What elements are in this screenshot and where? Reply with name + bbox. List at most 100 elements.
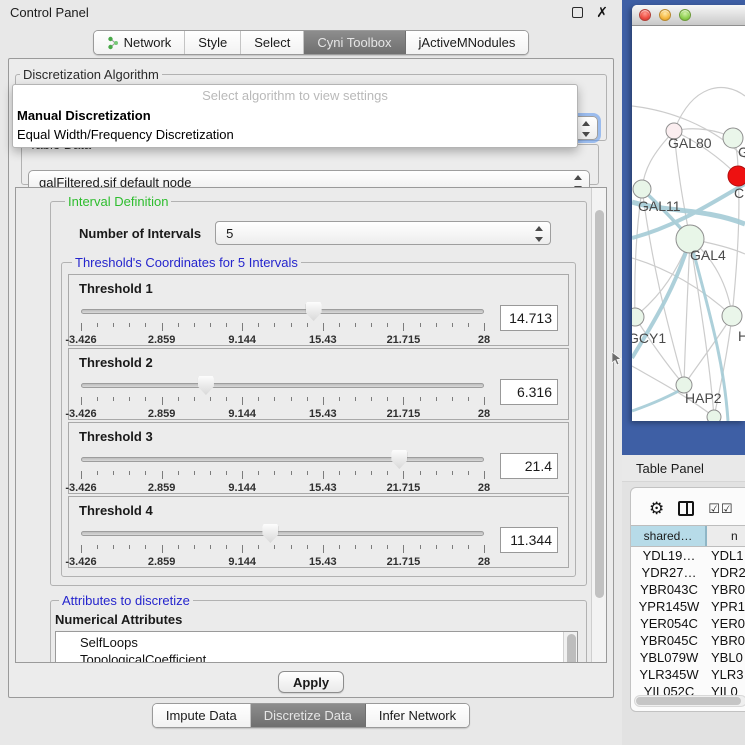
tab-cyni-toolbox[interactable]: Cyni Toolbox — [304, 31, 405, 54]
app-root: Control Panel ✗ Network Style Select Cyni T… — [0, 0, 745, 745]
tab-label: Select — [254, 35, 290, 50]
gear-icon[interactable]: ⚙ — [649, 500, 664, 517]
column-header-shared[interactable]: shared… — [631, 526, 707, 546]
attribute-item[interactable]: SelfLoops — [80, 634, 577, 651]
node-gal11[interactable] — [633, 180, 651, 198]
threshold-slider[interactable]: -3.4262.8599.14415.4321.71528 — [81, 301, 484, 349]
slider-thumb[interactable] — [198, 376, 214, 395]
slider-thumb[interactable] — [262, 524, 278, 543]
window-close-button[interactable] — [639, 9, 651, 21]
slider-tick-labels: -3.4262.8599.14415.4321.71528 — [81, 334, 484, 347]
column-header-name[interactable]: n — [707, 526, 745, 546]
table-panel-card: ⚙ ☑☑ shared… n YDL19…YDL1YDR27…YDR2YBR04… — [630, 487, 745, 712]
tab-jactivemnodules[interactable]: jActiveMNodules — [406, 31, 529, 54]
attributes-group: Attributes to discretize Numerical Attri… — [50, 593, 587, 662]
cell-name: YBL0 — [707, 650, 745, 665]
tab-label: Impute Data — [166, 708, 237, 723]
algorithm-option-equal-width[interactable]: Equal Width/Frequency Discretization — [13, 127, 577, 146]
threshold-label: Threshold 3 — [79, 429, 558, 444]
algorithm-placeholder-item[interactable]: Select algorithm to view settings — [13, 88, 577, 108]
cell-name: YBR0 — [707, 633, 745, 648]
right-workspace: GAL80 G C GAL11 GAL4 GCY1 H HAP2 Table P… — [622, 0, 745, 745]
threshold-label: Threshold 4 — [79, 503, 558, 518]
threshold-value-field[interactable]: 14.713 — [500, 305, 558, 331]
slider-thumb[interactable] — [391, 450, 407, 469]
node-label-partial-top: G — [738, 144, 745, 160]
table-row[interactable]: YBR045CYBR0 — [631, 632, 745, 649]
checkbox-icons[interactable]: ☑☑ — [708, 502, 733, 515]
tab-style[interactable]: Style — [185, 31, 241, 54]
number-of-intervals-combobox[interactable]: 5 — [215, 221, 551, 245]
tab-infer-network[interactable]: Infer Network — [366, 704, 469, 727]
tab-label: Cyni Toolbox — [317, 35, 391, 50]
tab-impute-data[interactable]: Impute Data — [153, 704, 251, 727]
table-panel-titlebar: Table Panel — [622, 455, 745, 482]
float-window-icon[interactable] — [572, 7, 583, 18]
table-hscrollbar[interactable] — [634, 695, 745, 707]
cell-name: YDL1 — [707, 548, 745, 563]
list-scrollbar[interactable] — [563, 632, 577, 662]
slider-track[interactable] — [81, 531, 484, 536]
cell-shared-name: YBR043C — [631, 582, 707, 597]
cell-shared-name: YLR345W — [631, 667, 707, 682]
algorithm-option-manual[interactable]: Manual Discretization — [13, 108, 577, 127]
threshold-panel: Threshold 4 -3.4262.8599.14415.4321.7152… — [68, 496, 569, 568]
columns-icon[interactable] — [678, 501, 694, 516]
numerical-attributes-list[interactable]: SelfLoopsTopologicalCoefficientBetweenne… — [55, 631, 578, 662]
discretization-algorithm-title: Discretization Algorithm — [20, 67, 162, 82]
node-partial-bottom[interactable] — [707, 410, 721, 421]
table-row[interactable]: YDR27…YDR2 — [631, 564, 745, 581]
threshold-value-field[interactable]: 21.4 — [500, 453, 558, 479]
threshold-slider[interactable]: -3.4262.8599.14415.4321.71528 — [81, 523, 484, 571]
top-tab-bar: Network Style Select Cyni Toolbox jActiveMNo… — [0, 30, 622, 55]
cell-name: YPR1 — [707, 599, 745, 614]
slider-ticks — [81, 323, 484, 332]
threshold-slider[interactable]: -3.4262.8599.14415.4321.71528 — [81, 375, 484, 423]
cell-shared-name: YBL079W — [631, 650, 707, 665]
tab-label: Network — [124, 35, 172, 50]
cell-name: YBR0 — [707, 582, 745, 597]
cell-name: YDR2 — [707, 565, 745, 580]
interval-definition-title: Interval Definition — [65, 194, 171, 209]
threshold-panel: Threshold 3 -3.4262.8599.14415.4321.7152… — [68, 422, 569, 494]
tab-label: Style — [198, 35, 227, 50]
combo-stepper-icon — [582, 121, 591, 137]
control-panel-title: Control Panel — [10, 5, 89, 20]
node-label-gal4: GAL4 — [690, 247, 726, 263]
apply-button[interactable]: Apply — [278, 671, 344, 693]
table-row[interactable]: YBR043CYBR0 — [631, 581, 745, 598]
close-icon[interactable]: ✗ — [596, 5, 608, 19]
threshold-slider[interactable]: -3.4262.8599.14415.4321.71528 — [81, 449, 484, 497]
number-of-intervals-label: Number of Intervals — [79, 226, 201, 241]
threshold-value-field[interactable]: 11.344 — [500, 527, 558, 553]
slider-track[interactable] — [81, 457, 484, 462]
attribute-item[interactable]: TopologicalCoefficient — [80, 651, 577, 662]
attributes-group-title: Attributes to discretize — [59, 593, 193, 608]
tab-discretize-data[interactable]: Discretize Data — [251, 704, 366, 727]
cyni-toolbox-content: Discretization Algorithm Manual Discreti… — [8, 58, 614, 698]
table-row[interactable]: YBL079WYBL0 — [631, 649, 745, 666]
threshold-label: Threshold 1 — [79, 281, 558, 296]
table-row[interactable]: YLR345WYLR3 — [631, 666, 745, 683]
tab-select[interactable]: Select — [241, 31, 304, 54]
tab-network[interactable]: Network — [94, 31, 186, 54]
slider-track[interactable] — [81, 383, 484, 388]
table-row[interactable]: YDL19…YDL1 — [631, 547, 745, 564]
node-red-selected[interactable] — [728, 166, 745, 186]
node-label-gal80: GAL80 — [668, 135, 712, 151]
table-header: shared… n — [631, 525, 745, 547]
slider-thumb[interactable] — [306, 302, 322, 321]
table-row[interactable]: YER054CYER0 — [631, 615, 745, 632]
table-panel-toolbar: ⚙ ☑☑ — [631, 488, 745, 525]
settings-scrollbar[interactable] — [591, 188, 606, 662]
window-minimize-button[interactable] — [659, 9, 671, 21]
threshold-value-field[interactable]: 6.316 — [500, 379, 558, 405]
algorithm-dropdown-popup: Select algorithm to view settings Manual… — [12, 84, 578, 148]
slider-track[interactable] — [81, 309, 484, 314]
window-zoom-button[interactable] — [679, 9, 691, 21]
table-row[interactable]: YPR145WYPR1 — [631, 598, 745, 615]
node-partial-right[interactable] — [722, 306, 742, 326]
tab-label: jActiveMNodules — [419, 35, 516, 50]
network-canvas[interactable]: GAL80 G C GAL11 GAL4 GCY1 H HAP2 — [632, 26, 745, 421]
tab-label: Discretize Data — [264, 708, 352, 723]
